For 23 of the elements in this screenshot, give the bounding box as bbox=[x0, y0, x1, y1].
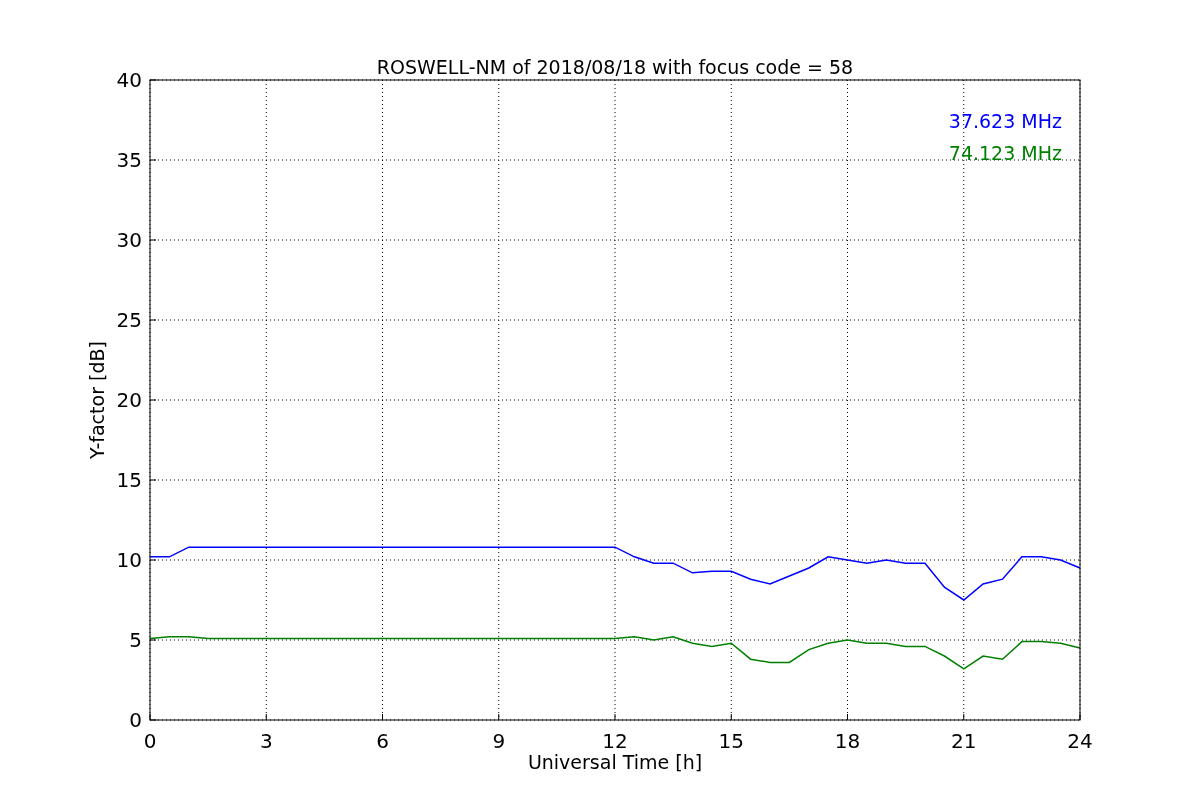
y-tick-label: 15 bbox=[116, 468, 142, 492]
y-tick-label: 10 bbox=[116, 548, 142, 572]
y-tick-label: 5 bbox=[129, 628, 142, 652]
chart-title: ROSWELL-NM of 2018/08/18 with focus code = 58 bbox=[376, 56, 854, 78]
x-tick-label: 18 bbox=[834, 729, 861, 753]
x-tick-label: 12 bbox=[602, 729, 628, 753]
x-tick-label: 21 bbox=[951, 729, 977, 753]
y-axis-label: Y-factor [dB] bbox=[86, 341, 108, 459]
x-tick-label: 0 bbox=[143, 729, 157, 753]
x-tick-label: 6 bbox=[376, 729, 389, 753]
x-tick-label: 3 bbox=[259, 729, 273, 753]
x-tick-label: 15 bbox=[718, 729, 744, 753]
y-tick-label: 35 bbox=[116, 148, 142, 172]
y-tick-label: 0 bbox=[129, 708, 142, 732]
legend-label: 74.123 MHz bbox=[948, 142, 1062, 164]
x-axis-label: Universal Time [h] bbox=[527, 751, 703, 773]
x-tick-label: 24 bbox=[1067, 729, 1093, 753]
y-tick-label: 40 bbox=[116, 68, 142, 92]
y-tick-label: 20 bbox=[116, 388, 142, 412]
y-tick-label: 25 bbox=[116, 308, 142, 332]
legend-label: 37.623 MHz bbox=[948, 110, 1062, 132]
x-tick-label: 9 bbox=[492, 729, 506, 753]
y-tick-label: 30 bbox=[116, 228, 142, 252]
